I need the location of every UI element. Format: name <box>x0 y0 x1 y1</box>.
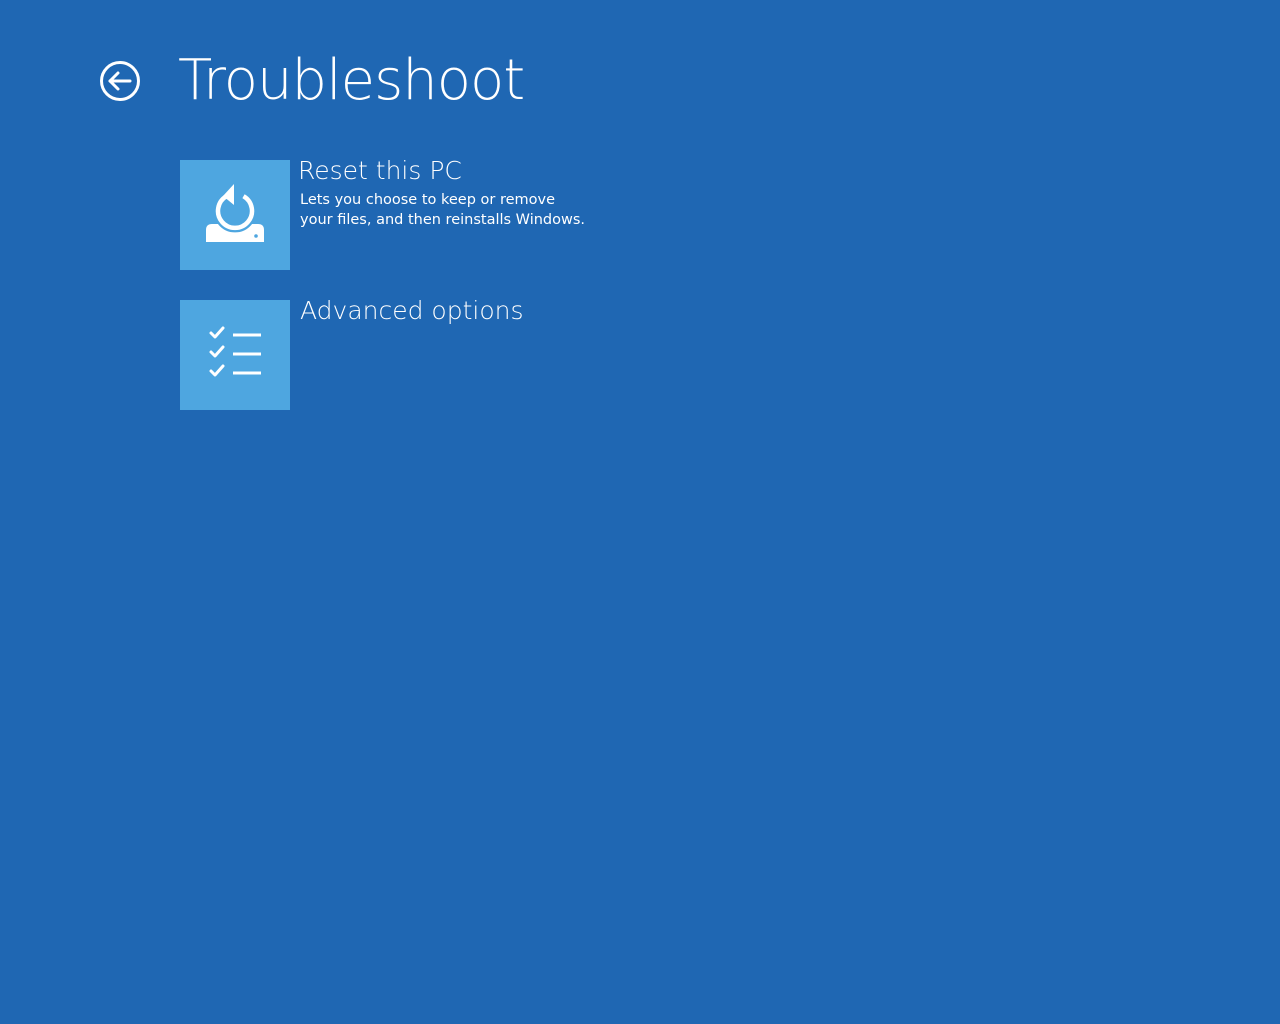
troubleshoot-screen: Troubleshoot Reset this PC Lets you choo… <box>0 0 1280 1024</box>
reset-pc-icon <box>206 184 264 242</box>
reset-this-pc-title: Reset this PC <box>298 156 462 185</box>
reset-this-pc-option[interactable]: Reset this PC Lets you choose to keep or… <box>180 156 740 270</box>
checklist-icon <box>209 326 261 377</box>
advanced-options-option[interactable]: Advanced options <box>180 296 740 410</box>
advanced-options-tile <box>180 300 290 410</box>
reset-pc-tile <box>180 160 290 270</box>
back-arrow-circle-icon <box>100 61 140 101</box>
reset-this-pc-description: Lets you choose to keep or remove your f… <box>300 192 586 228</box>
page-title: Troubleshoot <box>178 48 525 113</box>
back-button[interactable] <box>98 59 142 103</box>
advanced-options-title: Advanced options <box>300 296 524 325</box>
